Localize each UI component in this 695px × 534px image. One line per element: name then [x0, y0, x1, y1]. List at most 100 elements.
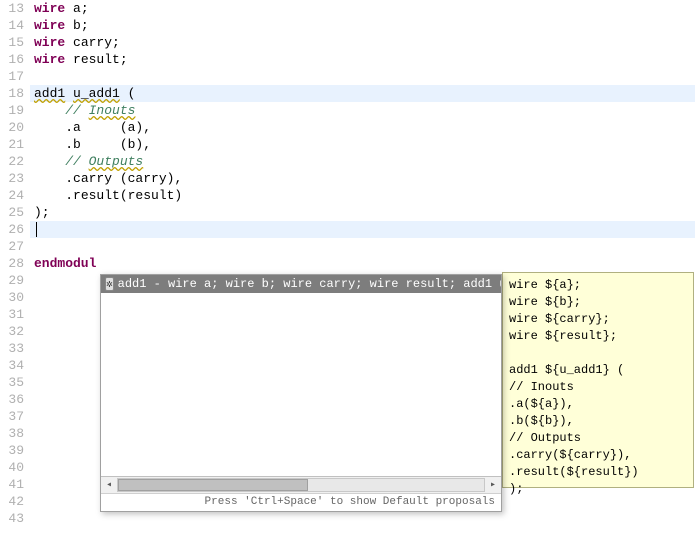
line-number: 24 [0, 187, 24, 204]
code-token: wire [34, 18, 65, 33]
code-token: (result) [120, 188, 182, 203]
code-line[interactable] [30, 238, 695, 255]
code-token [65, 86, 73, 101]
line-number: 34 [0, 357, 24, 374]
code-token: u_add1 [73, 86, 120, 101]
code-token: . [34, 188, 73, 203]
code-token: . [34, 171, 73, 186]
line-gutter: 1314151617181920212223242526272829303132… [0, 0, 30, 534]
line-number: 31 [0, 306, 24, 323]
code-token: carry [73, 171, 112, 186]
code-token: b [73, 18, 81, 33]
line-number: 29 [0, 272, 24, 289]
code-token: result [73, 188, 120, 203]
line-number: 41 [0, 476, 24, 493]
documentation-panel: wire ${a}; wire ${b}; wire ${carry}; wir… [502, 272, 694, 488]
line-number: 22 [0, 153, 24, 170]
line-number: 18 [0, 85, 24, 102]
line-number: 30 [0, 289, 24, 306]
scroll-left-arrow[interactable]: ◂ [101, 477, 117, 493]
code-line[interactable]: wire a; [30, 0, 695, 17]
code-token: // [65, 103, 88, 118]
code-line[interactable]: .b (b), [30, 136, 695, 153]
line-number: 26 [0, 221, 24, 238]
code-token: Inouts [89, 103, 136, 118]
code-token: wire [34, 1, 65, 16]
code-line[interactable]: .carry (carry), [30, 170, 695, 187]
line-number: 42 [0, 493, 24, 510]
line-number: 43 [0, 510, 24, 527]
line-number: 14 [0, 17, 24, 34]
line-number: 33 [0, 340, 24, 357]
code-token: wire [34, 52, 65, 67]
code-token: b [73, 137, 81, 152]
code-token: (b), [81, 137, 151, 152]
code-token: . [34, 120, 73, 135]
code-line[interactable]: wire result; [30, 51, 695, 68]
code-line[interactable] [30, 221, 695, 238]
code-token: // [65, 154, 88, 169]
code-token [65, 1, 73, 16]
code-line[interactable]: endmodul [30, 255, 695, 272]
line-number: 25 [0, 204, 24, 221]
autocomplete-popup[interactable]: ✲ add1 - wire a; wire b; wire carry; wire… [100, 274, 502, 512]
code-token: ); [34, 205, 50, 220]
code-token: a [73, 120, 81, 135]
line-number: 38 [0, 425, 24, 442]
line-number: 28 [0, 255, 24, 272]
autocomplete-list[interactable]: ✲ add1 - wire a; wire b; wire carry; wire… [101, 275, 501, 476]
code-token [65, 52, 73, 67]
line-number: 32 [0, 323, 24, 340]
code-token: carry [73, 35, 112, 50]
code-token: ; [81, 1, 89, 16]
scroll-right-arrow[interactable]: ▸ [485, 477, 501, 493]
autocomplete-item-label: add1 - wire a; wire b; wire carry; wire … [118, 277, 501, 291]
line-number: 39 [0, 442, 24, 459]
code-line[interactable]: // Outputs [30, 153, 695, 170]
code-token: ; [112, 35, 120, 50]
code-token [34, 103, 65, 118]
code-token: wire [34, 35, 65, 50]
autocomplete-item[interactable]: ✲ add1 - wire a; wire b; wire carry; wire… [101, 275, 501, 293]
line-number: 15 [0, 34, 24, 51]
line-number: 21 [0, 136, 24, 153]
code-line[interactable]: add1 u_add1 ( [30, 85, 695, 102]
line-number: 37 [0, 408, 24, 425]
template-icon: ✲ [105, 277, 114, 291]
code-line[interactable]: .result(result) [30, 187, 695, 204]
line-number: 27 [0, 238, 24, 255]
horizontal-scrollbar[interactable]: ◂ ▸ [101, 476, 501, 493]
line-number: 40 [0, 459, 24, 476]
code-line[interactable] [30, 510, 695, 527]
text-cursor [36, 222, 37, 237]
code-line[interactable]: // Inouts [30, 102, 695, 119]
scroll-thumb[interactable] [118, 479, 308, 491]
code-line[interactable]: wire carry; [30, 34, 695, 51]
code-token: result [73, 52, 120, 67]
code-token: ; [81, 18, 89, 33]
line-number: 20 [0, 119, 24, 136]
line-number: 17 [0, 68, 24, 85]
code-token [34, 154, 65, 169]
line-number: 16 [0, 51, 24, 68]
code-line[interactable] [30, 68, 695, 85]
code-line[interactable]: .a (a), [30, 119, 695, 136]
line-number: 36 [0, 391, 24, 408]
line-number: 35 [0, 374, 24, 391]
code-token: (a), [81, 120, 151, 135]
code-token [65, 18, 73, 33]
code-token: ; [120, 52, 128, 67]
scroll-track[interactable] [117, 478, 485, 492]
code-token: (carry), [112, 171, 182, 186]
line-number: 23 [0, 170, 24, 187]
code-line[interactable]: wire b; [30, 17, 695, 34]
code-token: a [73, 1, 81, 16]
autocomplete-hint: Press 'Ctrl+Space' to show Default propo… [101, 493, 501, 511]
line-number: 13 [0, 0, 24, 17]
code-token: endmodul [34, 256, 96, 271]
line-number: 19 [0, 102, 24, 119]
code-token: ( [120, 86, 136, 101]
code-token [65, 35, 73, 50]
code-token: Outputs [89, 154, 144, 169]
code-line[interactable]: ); [30, 204, 695, 221]
